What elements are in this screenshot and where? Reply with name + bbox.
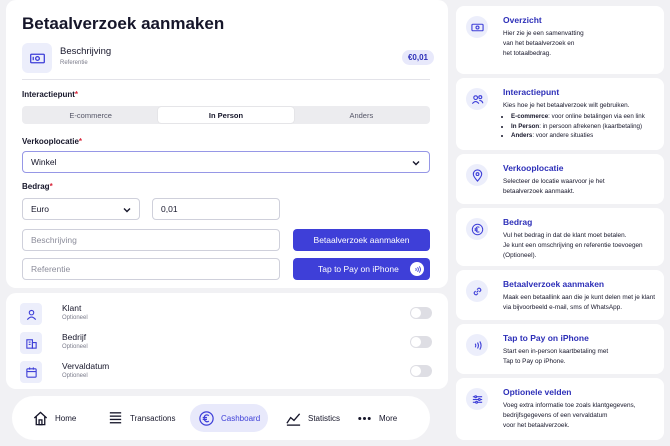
optional-label: Klant [62,303,82,313]
help-card-bedrag: Bedrag Vul het bedrag in dat de klant mo… [456,208,664,266]
user-icon [20,303,42,325]
help-title: Tap to Pay on iPhone [503,333,589,343]
nav-home[interactable]: Home [32,404,76,432]
chevron-down-icon [412,161,420,166]
dots-icon [358,416,371,420]
tap-to-pay-label: Tap to Pay on iPhone [318,264,399,274]
optional-sublabel: Optioneel [62,344,88,350]
optional-sublabel: Optioneel [62,373,88,379]
list-icon [109,411,122,423]
help-card-interactiepunt: Interactiepunt Kies hoe je het betaalver… [456,78,664,150]
optional-row-bedrijf: Bedrijf Optioneel [20,330,434,356]
nav-transactions[interactable]: Transactions [107,404,176,432]
help-card-verkooplocatie: Verkooplocatie Selecteer de locatie waar… [456,154,664,204]
help-body: Start een in-person kaartbetaling met Ta… [503,348,609,365]
location-label: Verkooplocatie* [22,137,83,146]
segment-anders[interactable]: Anders [294,107,429,123]
help-title: Optionele velden [503,387,572,397]
description-field[interactable] [31,235,279,245]
summary-sublabel: Referentie [60,60,88,66]
interaction-label: Interactiepunt* [22,90,79,99]
help-title: Verkooplocatie [503,163,564,173]
help-body: Maak een betaallink aan die je kunt dele… [503,294,656,311]
chevron-down-icon [123,208,131,213]
link-icon [466,280,488,302]
page-title: Betaalverzoek aanmaken [22,14,225,33]
cash-icon [29,53,45,63]
create-request-button[interactable]: Betaalverzoek aanmaken [293,229,430,251]
amount-badge: €0,01 [402,50,434,65]
amount-field[interactable] [161,204,279,214]
chart-icon [286,412,301,426]
nav-cashboard[interactable]: Cashboard [190,404,269,432]
contactless-icon [410,262,424,276]
currency-select[interactable]: Euro [22,198,140,220]
tap-to-pay-button[interactable]: Tap to Pay on iPhone [293,258,430,280]
nav-statistics[interactable]: Statistics [285,404,340,432]
summary-label: Beschrijving [60,46,112,57]
home-icon [33,410,48,425]
optional-label: Vervaldatum [62,361,110,371]
currency-value: Euro [31,204,49,214]
help-sidebar: Overzicht Hier zie je een samenvatting v… [456,0,664,446]
optional-fields-card: Klant Optioneel Bedrijf Optioneel Verval… [6,293,448,389]
segment-in-person[interactable]: In Person [158,107,294,123]
segment-ecommerce[interactable]: E-commerce [23,107,158,123]
optional-row-klant: Klant Optioneel [20,301,434,327]
bottom-nav: Home Transactions Cashboard Statistics M… [12,396,430,440]
contactless-icon [466,334,488,356]
help-body: Selecteer de locatie waarvoor je het bet… [503,178,605,195]
help-body: Kies hoe je het betaalverzoek wilt gebru… [503,101,659,141]
euro-icon [199,410,214,426]
cash-tile [22,43,52,73]
building-icon [20,332,42,354]
sliders-icon [466,388,488,410]
help-card-betaalverzoek: Betaalverzoek aanmaken Maak een betaalli… [456,270,664,320]
create-request-card: Betaalverzoek aanmaken Beschrijving Refe… [6,0,448,288]
help-bullet: E-commerce: voor online betalingen via e… [511,112,659,122]
optional-sublabel: Optioneel [62,315,88,321]
divider [22,79,430,80]
help-card-tap-to-pay: Tap to Pay on iPhone Start een in-person… [456,324,664,374]
optional-row-vervaldatum: Vervaldatum Optioneel [20,359,434,385]
optional-label: Bedrijf [62,332,87,342]
help-body: Voeg extra informatie toe zoals klantgeg… [503,402,636,429]
help-bullet: Anders: voor andere situaties [511,131,659,141]
help-body: Vul het bedrag in dat de klant moet beta… [503,232,643,259]
help-title: Betaalverzoek aanmaken [503,279,605,289]
users-icon [466,88,488,110]
cash-icon [466,16,488,38]
klant-toggle[interactable] [410,307,432,319]
bedrijf-toggle[interactable] [410,336,432,348]
reference-input[interactable] [22,258,280,280]
help-title: Overzicht [503,15,542,25]
amount-label: Bedrag* [22,182,53,191]
help-title: Interactiepunt [503,87,560,97]
location-select[interactable]: Winkel [22,151,430,173]
interaction-segmented-control: E-commerce In Person Anders [22,106,430,124]
euro-icon [466,218,488,240]
amount-input[interactable] [152,198,280,220]
description-input[interactable] [22,229,280,251]
help-body: Hier zie je een samenvatting van het bet… [503,30,584,57]
help-card-optionele-velden: Optionele velden Voeg extra informatie t… [456,378,664,440]
nav-more[interactable]: More [356,404,397,432]
help-title: Bedrag [503,217,533,227]
location-value: Winkel [31,157,57,167]
reference-field[interactable] [31,264,279,274]
pin-icon [466,164,488,186]
help-card-overzicht: Overzicht Hier zie je een samenvatting v… [456,6,664,74]
calendar-icon [20,361,42,383]
vervaldatum-toggle[interactable] [410,365,432,377]
help-bullet: In Person: in persoon afrekenen (kaartbe… [511,122,659,132]
